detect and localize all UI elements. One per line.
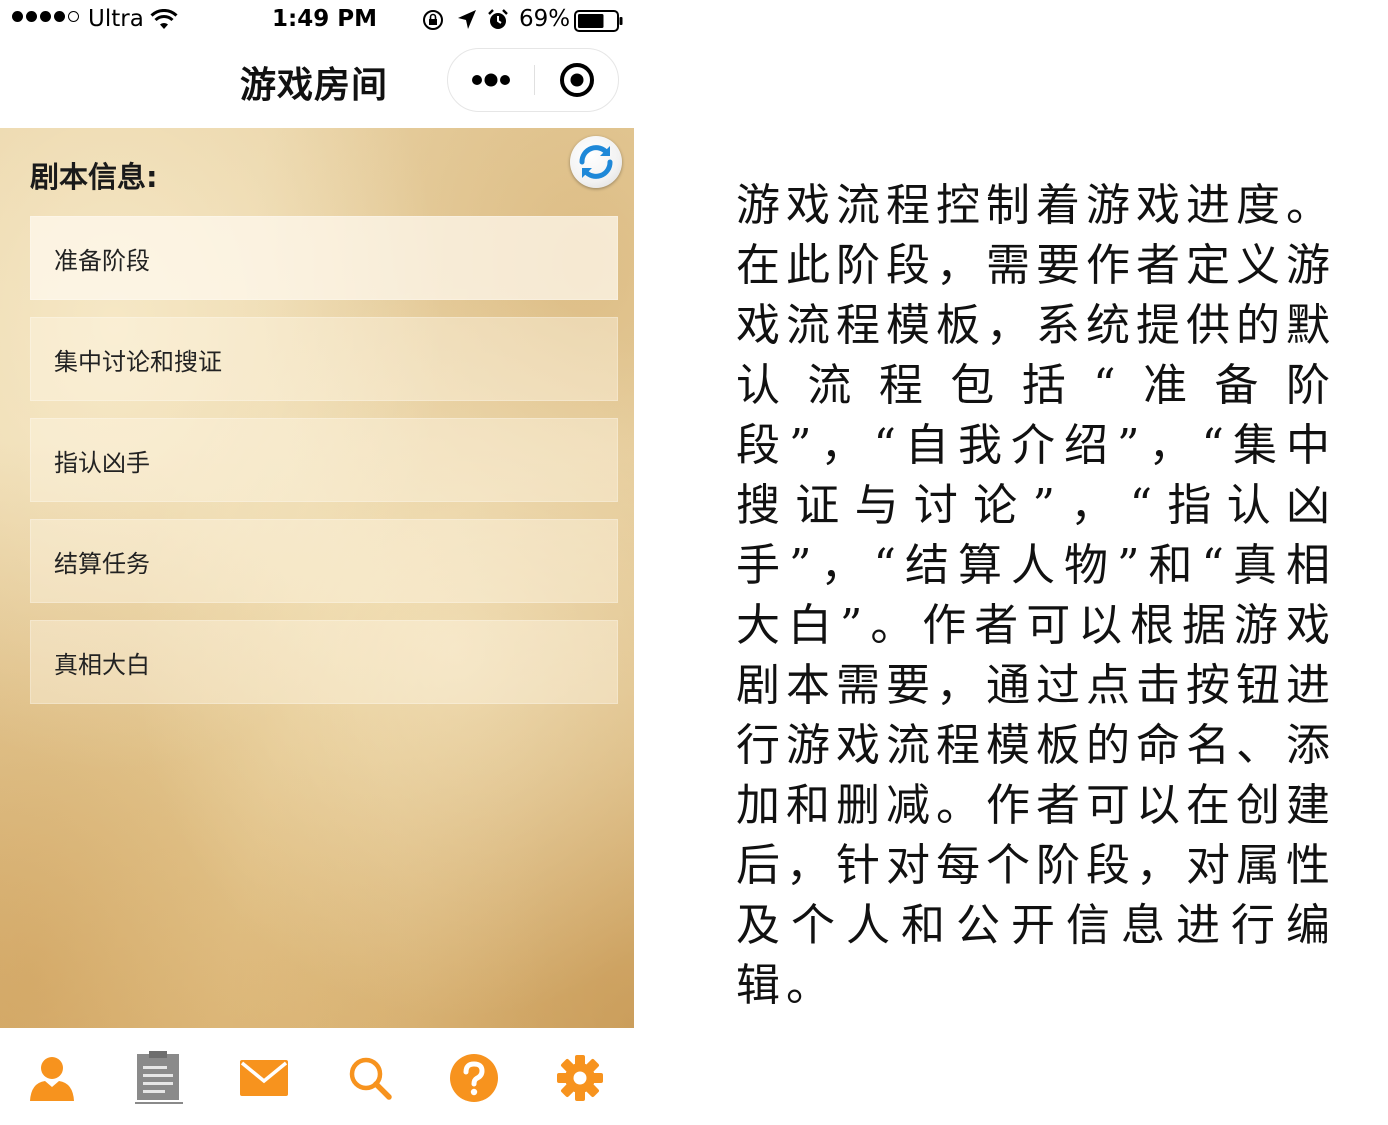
mini-program-capsule [447, 48, 619, 112]
battery-percentage: 69% [519, 6, 571, 32]
target-close-icon [560, 63, 594, 97]
tab-search[interactable] [340, 1048, 400, 1108]
section-title: 剧本信息: [30, 160, 158, 194]
more-dots-icon [472, 73, 510, 87]
notepad-icon [135, 1051, 183, 1104]
stage-item-discussion-search[interactable]: 集中讨论和搜证 [30, 317, 618, 401]
tab-notes[interactable] [128, 1048, 188, 1108]
location-arrow-icon [456, 8, 478, 36]
mail-icon [240, 1060, 288, 1096]
wifi-icon [150, 8, 178, 35]
stage-item-settlement[interactable]: 结算任务 [30, 519, 618, 603]
stage-list: 准备阶段 集中讨论和搜证 指认凶手 结算任务 真相大白 [30, 216, 618, 721]
battery-icon [574, 10, 624, 36]
tab-bar [0, 1028, 634, 1125]
user-icon [30, 1057, 74, 1101]
status-time: 1:49 PM [272, 6, 377, 32]
alarm-icon [486, 8, 510, 36]
stage-item-truth-revealed[interactable]: 真相大白 [30, 620, 618, 704]
script-info-panel: 剧本信息: 准备阶段 集中讨论和搜证 指认凶手 结算任务 真相大白 [0, 128, 634, 1028]
close-button[interactable] [535, 49, 619, 111]
tab-messages[interactable] [234, 1048, 294, 1108]
gear-icon [557, 1055, 603, 1101]
search-icon [349, 1057, 392, 1100]
stage-item-accuse-murderer[interactable]: 指认凶手 [30, 418, 618, 502]
description-text: 游戏流程控制着游戏进度。在此阶段，需要作者定义游戏流程模板，系统提供的默认流程包… [736, 180, 1336, 1011]
refresh-icon [579, 145, 613, 179]
nav-bar: 游戏房间 [0, 42, 634, 128]
status-bar: Ultra 1:49 PM 69% [0, 0, 634, 42]
carrier-name: Ultra [88, 6, 144, 32]
rotation-lock-icon [421, 8, 445, 36]
tab-profile[interactable] [22, 1048, 82, 1108]
tab-settings[interactable] [550, 1048, 610, 1108]
more-button[interactable] [448, 49, 534, 111]
help-icon [450, 1054, 498, 1102]
tab-help[interactable] [444, 1048, 504, 1108]
refresh-button[interactable] [570, 136, 622, 188]
signal-strength-icon [12, 11, 79, 22]
page-title: 游戏房间 [240, 65, 389, 106]
phone-screen: Ultra 1:49 PM 69% 游戏房间 剧本信息: 准备阶段 集中讨论和搜… [0, 0, 634, 1125]
stage-item-preparation[interactable]: 准备阶段 [30, 216, 618, 300]
